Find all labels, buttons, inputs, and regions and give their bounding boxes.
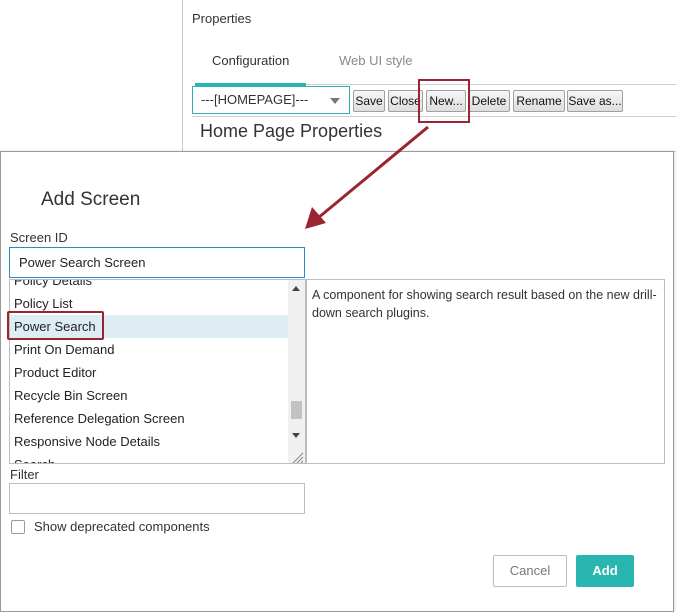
component-description: A component for showing search result ba… [306, 279, 665, 464]
screen-id-label: Screen ID [10, 230, 68, 245]
tab-web-ui-style[interactable]: Web UI style [322, 54, 429, 83]
power-search-highlight [7, 311, 104, 340]
homepage-select-value: ---[HOMEPAGE]--- [201, 92, 309, 107]
filter-label: Filter [10, 467, 39, 482]
properties-title: Properties [192, 11, 252, 26]
scroll-thumb[interactable] [291, 401, 302, 419]
rename-button[interactable]: Rename [513, 90, 565, 112]
list-item[interactable]: Recycle Bin Screen [10, 384, 289, 407]
add-button[interactable]: Add [576, 555, 634, 587]
homepage-select[interactable]: ---[HOMEPAGE]--- [192, 86, 350, 114]
list-scrollbar[interactable] [288, 280, 305, 464]
dialog-title: Add Screen [41, 189, 141, 210]
deprecated-checkbox[interactable] [11, 520, 25, 534]
add-screen-dialog: Add Screen Screen ID Power Search Screen… [0, 151, 674, 612]
list-item[interactable]: Responsive Node Details [10, 430, 289, 453]
cancel-button[interactable]: Cancel [493, 555, 567, 587]
save-as-button[interactable]: Save as... [567, 90, 623, 112]
save-button[interactable]: Save [353, 90, 385, 112]
list-item[interactable]: Policy Details [10, 280, 289, 292]
section-heading: Home Page Properties [200, 121, 383, 141]
delete-button[interactable]: Delete [468, 90, 510, 112]
list-item[interactable]: Reference Delegation Screen [10, 407, 289, 430]
list-item[interactable]: Print On Demand [10, 338, 289, 361]
deprecated-checkbox-label: Show deprecated components [34, 519, 210, 534]
resize-grip-icon[interactable] [290, 450, 304, 464]
filter-input[interactable] [9, 483, 305, 514]
component-list[interactable]: Policy Details Policy List Power Search … [9, 279, 306, 464]
scroll-down-icon[interactable] [292, 433, 300, 438]
chevron-down-icon [330, 98, 340, 104]
tab-configuration[interactable]: Configuration [195, 54, 307, 86]
scroll-up-icon[interactable] [292, 286, 300, 291]
list-item[interactable]: Search [10, 453, 289, 463]
new-button-highlight [418, 79, 470, 123]
list-item[interactable]: Product Editor [10, 361, 289, 384]
properties-panel: Properties Configuration Web UI style --… [182, 0, 676, 152]
screen-id-input[interactable]: Power Search Screen [9, 247, 305, 278]
